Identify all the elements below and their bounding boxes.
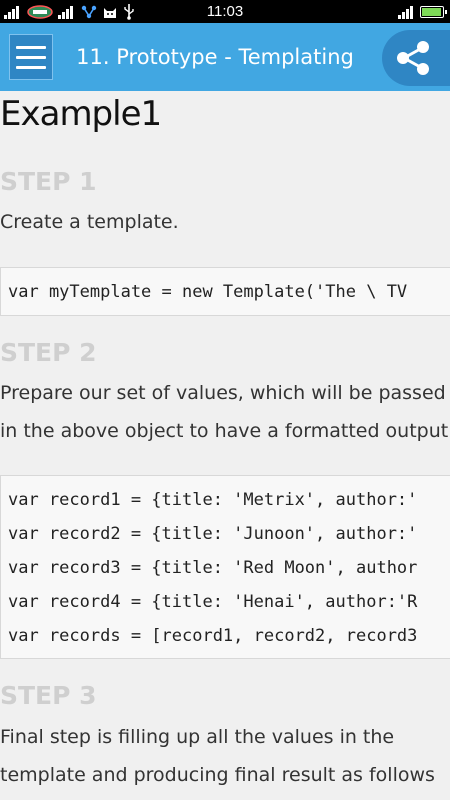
step-3-text-line-1: Final step is filling up all the values …: [0, 726, 395, 748]
signal-icon: [398, 5, 413, 19]
step-1-label: STEP 1: [0, 167, 97, 196]
code-line: var record3 = {title: 'Red Moon', author: [8, 558, 418, 578]
code-line: var record2 = {title: 'Junoon', author:': [8, 524, 418, 544]
code-line: var record1 = {title: 'Metrix', author:': [8, 490, 418, 510]
status-time: 11:03: [206, 3, 244, 20]
code-line: var myTemplate = new Template('The \ TV: [8, 282, 408, 302]
code-line: var records = [record1, record2, record3: [8, 626, 418, 646]
step-1-code-block: var myTemplate = new Template('The \ TV: [0, 267, 450, 316]
hamburger-menu-button[interactable]: [9, 34, 53, 80]
step-2-code-block: var record1 = {title: 'Metrix', author:'…: [0, 475, 450, 659]
step-3-label: STEP 3: [0, 681, 97, 710]
step-1-text: Create a template.: [0, 211, 179, 233]
step-2-label: STEP 2: [0, 338, 97, 367]
hamburger-line: [16, 55, 46, 59]
step-2-text-line-1: Prepare our set of values, which will be…: [0, 382, 446, 404]
code-line: var record4 = {title: 'Henai', author:'R: [8, 592, 418, 612]
hamburger-line: [16, 65, 46, 69]
share-icon: [397, 41, 429, 75]
step-2-text-line-2: in the above object to have a formatted …: [0, 420, 450, 442]
status-bar: 11:03: [0, 0, 450, 23]
page-heading: Example1: [0, 94, 162, 134]
status-right-icons: [398, 2, 447, 21]
app-bar: 11. Prototype - Templating: [0, 23, 450, 91]
app-title: 11. Prototype - Templating: [76, 45, 354, 69]
hamburger-menu-icon: [16, 45, 46, 49]
battery-icon: [420, 5, 447, 18]
share-button[interactable]: [382, 30, 450, 86]
battery-level: [422, 7, 441, 16]
article-content: Example1 STEP 1 Create a template. var m…: [0, 91, 450, 800]
step-3-text-line-2: template and producing final result as f…: [0, 764, 435, 786]
